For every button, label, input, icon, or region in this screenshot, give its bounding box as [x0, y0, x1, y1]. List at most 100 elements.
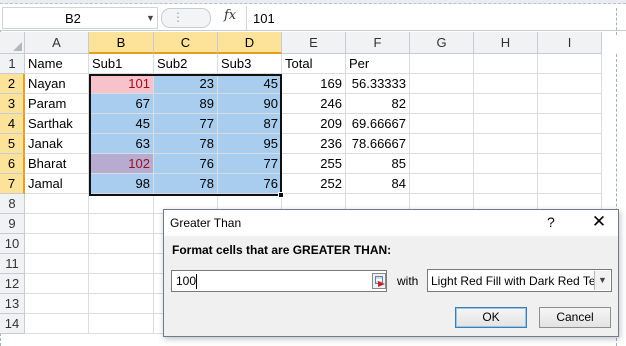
cell-e6[interactable]: 255	[282, 154, 346, 174]
cell-g1[interactable]	[410, 54, 474, 74]
cell-a6[interactable]: Bharat	[25, 154, 89, 174]
row-header-7[interactable]: 7	[0, 174, 25, 194]
cell-g3[interactable]	[410, 94, 474, 114]
row-header-9[interactable]: 9	[0, 214, 25, 234]
cell-d4[interactable]: 87	[218, 114, 282, 134]
cell-c1[interactable]: Sub2	[154, 54, 218, 74]
cell-e2[interactable]: 169	[282, 74, 346, 94]
chevron-down-icon[interactable]: ▼	[594, 271, 610, 290]
row-header-6[interactable]: 6	[0, 154, 25, 174]
row-header-11[interactable]: 11	[0, 254, 25, 274]
cell-a7[interactable]: Jamal	[25, 174, 89, 194]
cell-a13[interactable]	[25, 294, 89, 314]
cell-f2[interactable]: 56.33333	[346, 74, 410, 94]
cell-f5[interactable]: 78.66667	[346, 134, 410, 154]
cancel-button[interactable]: Cancel	[539, 307, 611, 328]
formula-bar-splitter[interactable]: ⋮	[161, 8, 211, 28]
cell-h4[interactable]	[474, 114, 538, 134]
cell-g7[interactable]	[410, 174, 474, 194]
chevron-down-icon[interactable]: ▼	[146, 13, 155, 23]
cell-f7[interactable]: 84	[346, 174, 410, 194]
cell-c5[interactable]: 78	[154, 134, 218, 154]
column-header-e[interactable]: E	[282, 32, 346, 54]
cell-b3[interactable]: 67	[89, 94, 154, 114]
column-header-b[interactable]: B	[89, 32, 154, 54]
column-header-g[interactable]: G	[410, 32, 474, 54]
cell-b7[interactable]: 98	[89, 174, 154, 194]
cell-i7[interactable]	[538, 174, 602, 194]
cell-a1[interactable]: Name	[25, 54, 89, 74]
cell-e1[interactable]: Total	[282, 54, 346, 74]
cell-a3[interactable]: Param	[25, 94, 89, 114]
cell-i5[interactable]	[538, 134, 602, 154]
column-header-f[interactable]: F	[346, 32, 410, 54]
help-icon[interactable]: ?	[547, 214, 555, 230]
cell-b11[interactable]	[89, 254, 154, 274]
cell-b5[interactable]: 63	[89, 134, 154, 154]
column-header-a[interactable]: A	[25, 32, 89, 54]
cell-i4[interactable]	[538, 114, 602, 134]
cell-a12[interactable]	[25, 274, 89, 294]
row-header-4[interactable]: 4	[0, 114, 25, 134]
cell-h3[interactable]	[474, 94, 538, 114]
cell-d1[interactable]: Sub3	[218, 54, 282, 74]
cell-i2[interactable]	[538, 74, 602, 94]
dialog-titlebar[interactable]: Greater Than ? ✕	[164, 210, 618, 236]
cell-f4[interactable]: 69.66667	[346, 114, 410, 134]
cell-h7[interactable]	[474, 174, 538, 194]
insert-function-icon[interactable]: fx	[224, 8, 242, 28]
row-header-3[interactable]: 3	[0, 94, 25, 114]
cell-b6[interactable]: 102	[89, 154, 154, 174]
cell-b2[interactable]: 101	[89, 74, 154, 94]
cell-a14[interactable]	[25, 314, 89, 334]
cell-b13[interactable]	[89, 294, 154, 314]
row-header-8[interactable]: 8	[0, 194, 25, 214]
cell-b12[interactable]	[89, 274, 154, 294]
cell-b10[interactable]	[89, 234, 154, 254]
cell-i1[interactable]	[538, 54, 602, 74]
column-header-c[interactable]: C	[154, 32, 218, 54]
name-box[interactable]: B2 ▼	[2, 7, 158, 29]
row-header-13[interactable]: 13	[0, 294, 25, 314]
range-select-icon[interactable]	[372, 273, 386, 289]
fill-handle[interactable]	[278, 192, 284, 198]
cell-b14[interactable]	[89, 314, 154, 334]
cell-h2[interactable]	[474, 74, 538, 94]
column-header-h[interactable]: H	[474, 32, 538, 54]
cell-b9[interactable]	[89, 214, 154, 234]
column-header-d[interactable]: D	[218, 32, 282, 54]
cell-f1[interactable]: Per	[346, 54, 410, 74]
row-header-5[interactable]: 5	[0, 134, 25, 154]
cell-d3[interactable]: 90	[218, 94, 282, 114]
cell-f3[interactable]: 82	[346, 94, 410, 114]
cell-c2[interactable]: 23	[154, 74, 218, 94]
cell-a11[interactable]	[25, 254, 89, 274]
row-header-1[interactable]: 1	[0, 54, 25, 74]
cell-h6[interactable]	[474, 154, 538, 174]
cell-e7[interactable]: 252	[282, 174, 346, 194]
cell-a4[interactable]: Sarthak	[25, 114, 89, 134]
cell-g6[interactable]	[410, 154, 474, 174]
cell-i3[interactable]	[538, 94, 602, 114]
cell-c6[interactable]: 76	[154, 154, 218, 174]
cell-a10[interactable]	[25, 234, 89, 254]
row-header-14[interactable]: 14	[0, 314, 25, 334]
cell-a2[interactable]: Nayan	[25, 74, 89, 94]
cell-b4[interactable]: 45	[89, 114, 154, 134]
formula-input[interactable]: 101	[253, 11, 275, 26]
row-header-2[interactable]: 2	[0, 74, 25, 94]
cell-i6[interactable]	[538, 154, 602, 174]
row-header-12[interactable]: 12	[0, 274, 25, 294]
cell-b8[interactable]	[89, 194, 154, 214]
cell-d6[interactable]: 77	[218, 154, 282, 174]
cell-e3[interactable]: 246	[282, 94, 346, 114]
row-header-10[interactable]: 10	[0, 234, 25, 254]
format-select[interactable]: Light Red Fill with Dark Red Text ▼	[427, 269, 612, 292]
cell-b1[interactable]: Sub1	[89, 54, 154, 74]
cell-f6[interactable]: 85	[346, 154, 410, 174]
cell-d5[interactable]: 95	[218, 134, 282, 154]
close-icon[interactable]: ✕	[587, 212, 611, 232]
ok-button[interactable]: OK	[455, 307, 527, 328]
threshold-input[interactable]: 100	[171, 270, 387, 292]
cell-e4[interactable]: 209	[282, 114, 346, 134]
